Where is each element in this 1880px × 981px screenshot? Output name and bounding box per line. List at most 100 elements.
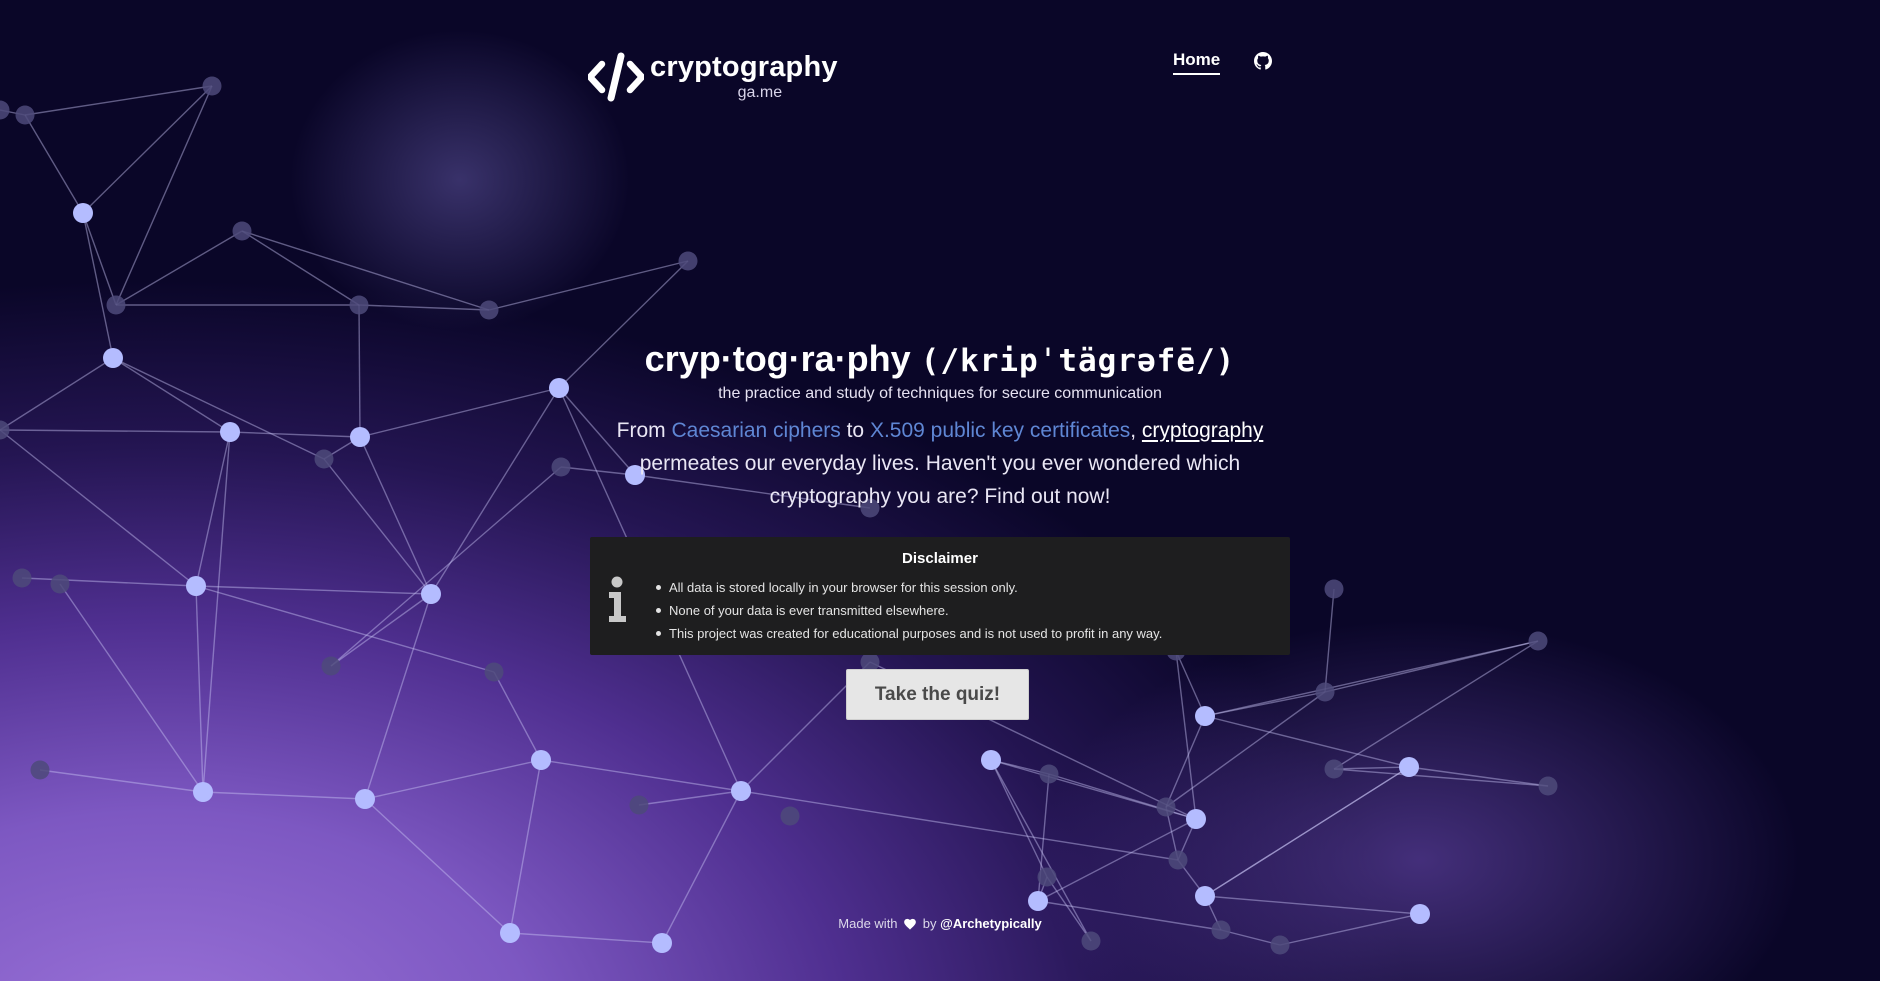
network-node-bright [193,782,213,802]
footer: Made with by @Archetypically [0,916,1880,931]
network-node-dim [1039,764,1059,784]
network-node-bright [981,750,1001,770]
network-edge [39,769,204,793]
network-edge [359,387,560,438]
network-edge [195,585,495,673]
network-node-dim [780,806,800,826]
top-nav: Home [1173,50,1273,75]
network-edge [364,798,511,934]
hero-subtitle: the practice and study of techniques for… [718,385,1162,402]
brand-domain: ga.me [737,84,783,101]
info-icon [609,576,626,622]
network-node-dim [629,795,649,815]
network-node-dim [1324,579,1344,599]
network-node-dim [678,251,698,271]
network-edge [0,429,197,587]
network-edge [202,431,231,793]
network-edge [195,585,432,595]
network-node-bright [1186,809,1206,829]
network-edge [540,759,742,792]
network-edge [990,759,1048,878]
network-edge [112,357,325,460]
network-node-bright [731,781,751,801]
disclaimer-item: None of your data is ever transmitted el… [656,599,1162,622]
code-logo-icon [588,52,644,102]
network-edge [229,431,361,438]
network-node-bright [1195,886,1215,906]
network-node-bright [421,584,441,604]
network-node-dim [484,662,504,682]
brand-name: cryptography [650,51,838,83]
network-node-bright [350,427,370,447]
network-node-dim [1528,631,1548,651]
network-edge [364,759,542,800]
cryptography-link[interactable]: cryptography [1142,419,1263,442]
network-edge [358,304,490,311]
network-edge [1048,773,1197,820]
network-node-bright [103,348,123,368]
footer-made-with: Made with [838,916,898,931]
network-edge [24,85,213,116]
network-node-dim [1037,867,1057,887]
network-node-dim [1324,759,1344,779]
heart-icon [904,918,916,930]
network-edge [24,114,84,214]
network-edge [21,577,197,587]
network-node-bright [549,378,569,398]
disclaimer-title: Disclaimer [902,550,978,567]
network-edge [115,230,243,306]
author-link[interactable]: @Archetypically [940,916,1042,931]
network-edge [0,357,114,431]
network-node-dim [30,760,50,780]
network-node-dim [1270,935,1290,955]
network-edge [241,230,360,306]
network-edge [59,583,204,793]
caesarian-ciphers-link[interactable]: Caesarian ciphers [672,419,841,442]
network-edge [1324,588,1335,693]
network-node-dim [106,295,126,315]
network-node-dim [12,568,32,588]
network-node-dim [1081,931,1101,951]
footer-by: by [922,916,937,931]
take-quiz-button[interactable]: Take the quiz! [846,669,1029,720]
network-edge [82,85,213,214]
github-icon[interactable] [1254,51,1273,70]
network-node-dim [15,105,35,125]
disclaimer-box: Disclaimer All data is stored locally in… [590,537,1290,655]
network-edge [1324,640,1539,693]
network-node-bright [531,750,551,770]
network-edge [1204,766,1410,897]
disclaimer-item: This project was created for educational… [656,622,1162,645]
hero: cryp·tog·ra·phy (/kripˈtägrəfē/) the pra… [590,336,1290,513]
network-edge [115,85,213,306]
network-edge [323,458,432,595]
network-node-dim [314,449,334,469]
x509-certificates-link[interactable]: X.509 public key certificates [870,419,1130,442]
hero-title: cryp·tog·ra·phy (/kripˈtägrəfē/) [590,336,1290,384]
network-edge [1333,766,1410,770]
hero-text-part: From [616,419,672,442]
network-node-dim [1538,776,1558,796]
network-node-bright [220,422,240,442]
network-node-dim [479,300,499,320]
network-edge [638,790,742,806]
network-node-dim [551,457,571,477]
network-node-bright [1399,757,1419,777]
network-node-dim [232,221,252,241]
hero-title-pronunciation: (/kripˈtägrəfē/) [920,343,1236,379]
network-node-dim [1315,682,1335,702]
hero-title-word: cryp·tog·ra·phy [644,338,911,379]
network-node-dim [202,76,222,96]
network-node-dim [349,295,369,315]
network-node-bright [1028,891,1048,911]
network-edge [364,593,432,800]
network-node-dim [1156,797,1176,817]
brand[interactable]: cryptography ga.me [588,50,838,102]
network-node-bright [652,933,672,953]
nav-home-link[interactable]: Home [1173,50,1221,75]
network-edge [359,436,432,595]
network-edge [990,759,1092,942]
network-edge [509,759,542,934]
network-node-bright [186,576,206,596]
network-node-dim [0,100,10,120]
